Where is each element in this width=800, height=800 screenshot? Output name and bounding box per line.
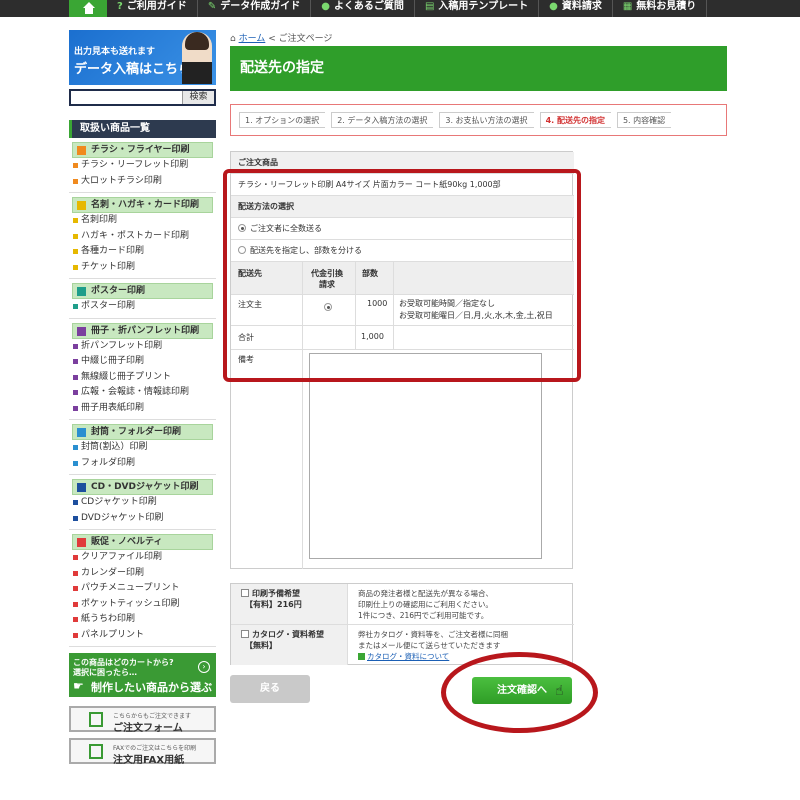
nav-faq[interactable]: ● よくあるご質問 [311,0,415,17]
person-image [182,32,212,84]
category-cd: CD・DVDジャケット印刷 CDジャケット印刷 DVDジャケット印刷 [69,475,216,530]
highlight-ellipse [441,652,598,733]
link-icon [358,653,365,660]
list-item[interactable]: 折パンフレット印刷 [72,339,213,355]
search-button[interactable]: 検索 [182,91,214,104]
categories-heading: 取扱い商品一覧 [69,120,216,138]
arrow-circle-icon: › [198,661,210,673]
breadcrumb: ⌂ ホーム < ご注文ページ [230,34,333,44]
list-item[interactable]: 封筒(割込）印刷 [72,440,213,456]
home-icon: ⌂ [230,34,239,44]
list-item[interactable]: パウチメニュープリント [72,581,213,597]
list-item[interactable]: 無線綴じ冊子プリント [72,370,213,386]
list-item[interactable]: ポスター印刷 [72,299,213,315]
printer-icon [89,744,103,759]
list-item[interactable]: 中綴じ冊子印刷 [72,354,213,370]
step-5: 5. 内容確認 [616,112,672,128]
calculator-icon: ▦ [622,1,633,12]
order-form-button[interactable]: こちらからもご注文できます ご注文フォーム [69,706,216,734]
top-nav: ? ご利用ガイド ✎ データ作成ガイド ● よくあるご質問 ▤ 入稿用テンプレート ● 資… [0,0,800,17]
home-icon[interactable] [69,0,107,17]
proof-checkbox[interactable] [241,589,249,597]
list-item[interactable]: 各種カード印刷 [72,244,213,260]
step-2: 2. データ入稿方法の選択 [331,112,434,128]
form-edit-icon [89,712,103,727]
pencil-icon: ✎ [207,1,217,12]
question-icon: ? [117,1,123,12]
list-item[interactable]: 冊子用表紙印刷 [72,401,213,417]
step-1: 1. オプションの選択 [239,112,326,128]
list-item[interactable]: CDジャケット印刷 [72,495,213,511]
nav-data-guide[interactable]: ✎ データ作成ガイド [198,0,312,17]
list-item[interactable]: フォルダ印刷 [72,456,213,472]
category-icon [77,146,86,155]
back-button[interactable]: 戻る [230,675,310,703]
remarks-textarea[interactable] [309,353,542,559]
list-item[interactable]: チラシ・リーフレット印刷 [72,158,213,174]
proof-option-row: 印刷予備希望 【有料】216円 商品の発注者様と配送先が異なる場合、 印刷仕上り… [231,584,574,625]
category-novelty: 販促・ノベルティ クリアファイル印刷 カレンダー印刷 パウチメニュープリント ポ… [69,530,216,647]
list-item[interactable]: クリアファイル印刷 [72,550,213,566]
catalog-checkbox[interactable] [241,630,249,638]
category-icon [77,201,86,210]
list-item[interactable]: ハガキ・ポストカード印刷 [72,229,213,245]
category-card: 名刺・ハガキ・カード印刷 名刺印刷 ハガキ・ポストカード印刷 各種カード印刷 チ… [69,193,216,279]
highlight-annotation [223,169,581,382]
category-icon [77,483,86,492]
sidebar: 出力見本も送れます データ入稿はこちら 検索 取扱い商品一覧 チラシ・フライヤー… [69,30,216,766]
step-3: 3. お支払い方法の選択 [439,112,534,128]
list-item[interactable]: 広報・会報誌・情報誌印刷 [72,385,213,401]
list-item[interactable]: 紙うちわ印刷 [72,612,213,628]
category-icon [77,538,86,547]
category-icon [77,428,86,437]
category-flyer: チラシ・フライヤー印刷 チラシ・リーフレット印刷 大ロットチラシ印刷 [69,138,216,193]
search-input[interactable] [71,91,182,104]
list-item[interactable]: 名刺印刷 [72,213,213,229]
data-upload-banner[interactable]: 出力見本も送れます データ入稿はこちら [69,30,216,85]
category-envelope: 封筒・フォルダー印刷 封筒(割込）印刷 フォルダ印刷 [69,420,216,475]
list-item[interactable]: DVDジャケット印刷 [72,511,213,527]
list-item[interactable]: パネルプリント [72,628,213,644]
list-item[interactable]: 大ロットチラシ印刷 [72,174,213,190]
category-booklet: 冊子・折パンフレット印刷 折パンフレット印刷 中綴じ冊子印刷 無線綴じ冊子プリン… [69,319,216,420]
choose-product-banner[interactable]: この商品はどのカートから? 選択に困ったら… ☛ 制作したい商品から選ぶ › [69,653,216,697]
page-title: 配送先の指定 [230,46,727,91]
progress-steps: 1. オプションの選択 2. データ入稿方法の選択 3. お支払い方法の選択 4… [230,104,727,136]
nav-estimate[interactable]: ▦ 無料お見積り [613,0,708,17]
fax-form-button[interactable]: FAXでのご注文はこちらを印刷 注文用FAX用紙 [69,738,216,766]
nav-template[interactable]: ▤ 入稿用テンプレート [415,0,540,17]
search-bar: 検索 [69,89,216,106]
nav-guide[interactable]: ? ご利用ガイド [107,0,198,17]
chat-icon: ● [321,1,330,12]
list-item[interactable]: カレンダー印刷 [72,566,213,582]
list-item[interactable]: ポケットティッシュ印刷 [72,597,213,613]
pin-icon: ● [549,1,558,12]
category-icon [77,326,86,336]
step-4-active: 4. 配送先の指定 [539,112,611,128]
document-icon: ▤ [424,1,435,12]
list-item[interactable]: チケット印刷 [72,260,213,276]
pointing-hand-icon: ☛ [73,679,84,693]
category-poster: ポスター印刷 ポスター印刷 [69,279,216,319]
breadcrumb-home-link[interactable]: ホーム [239,34,266,44]
catalog-link[interactable]: カタログ・資料について [367,652,449,661]
category-icon [77,287,86,296]
nav-request[interactable]: ● 資料請求 [539,0,613,17]
